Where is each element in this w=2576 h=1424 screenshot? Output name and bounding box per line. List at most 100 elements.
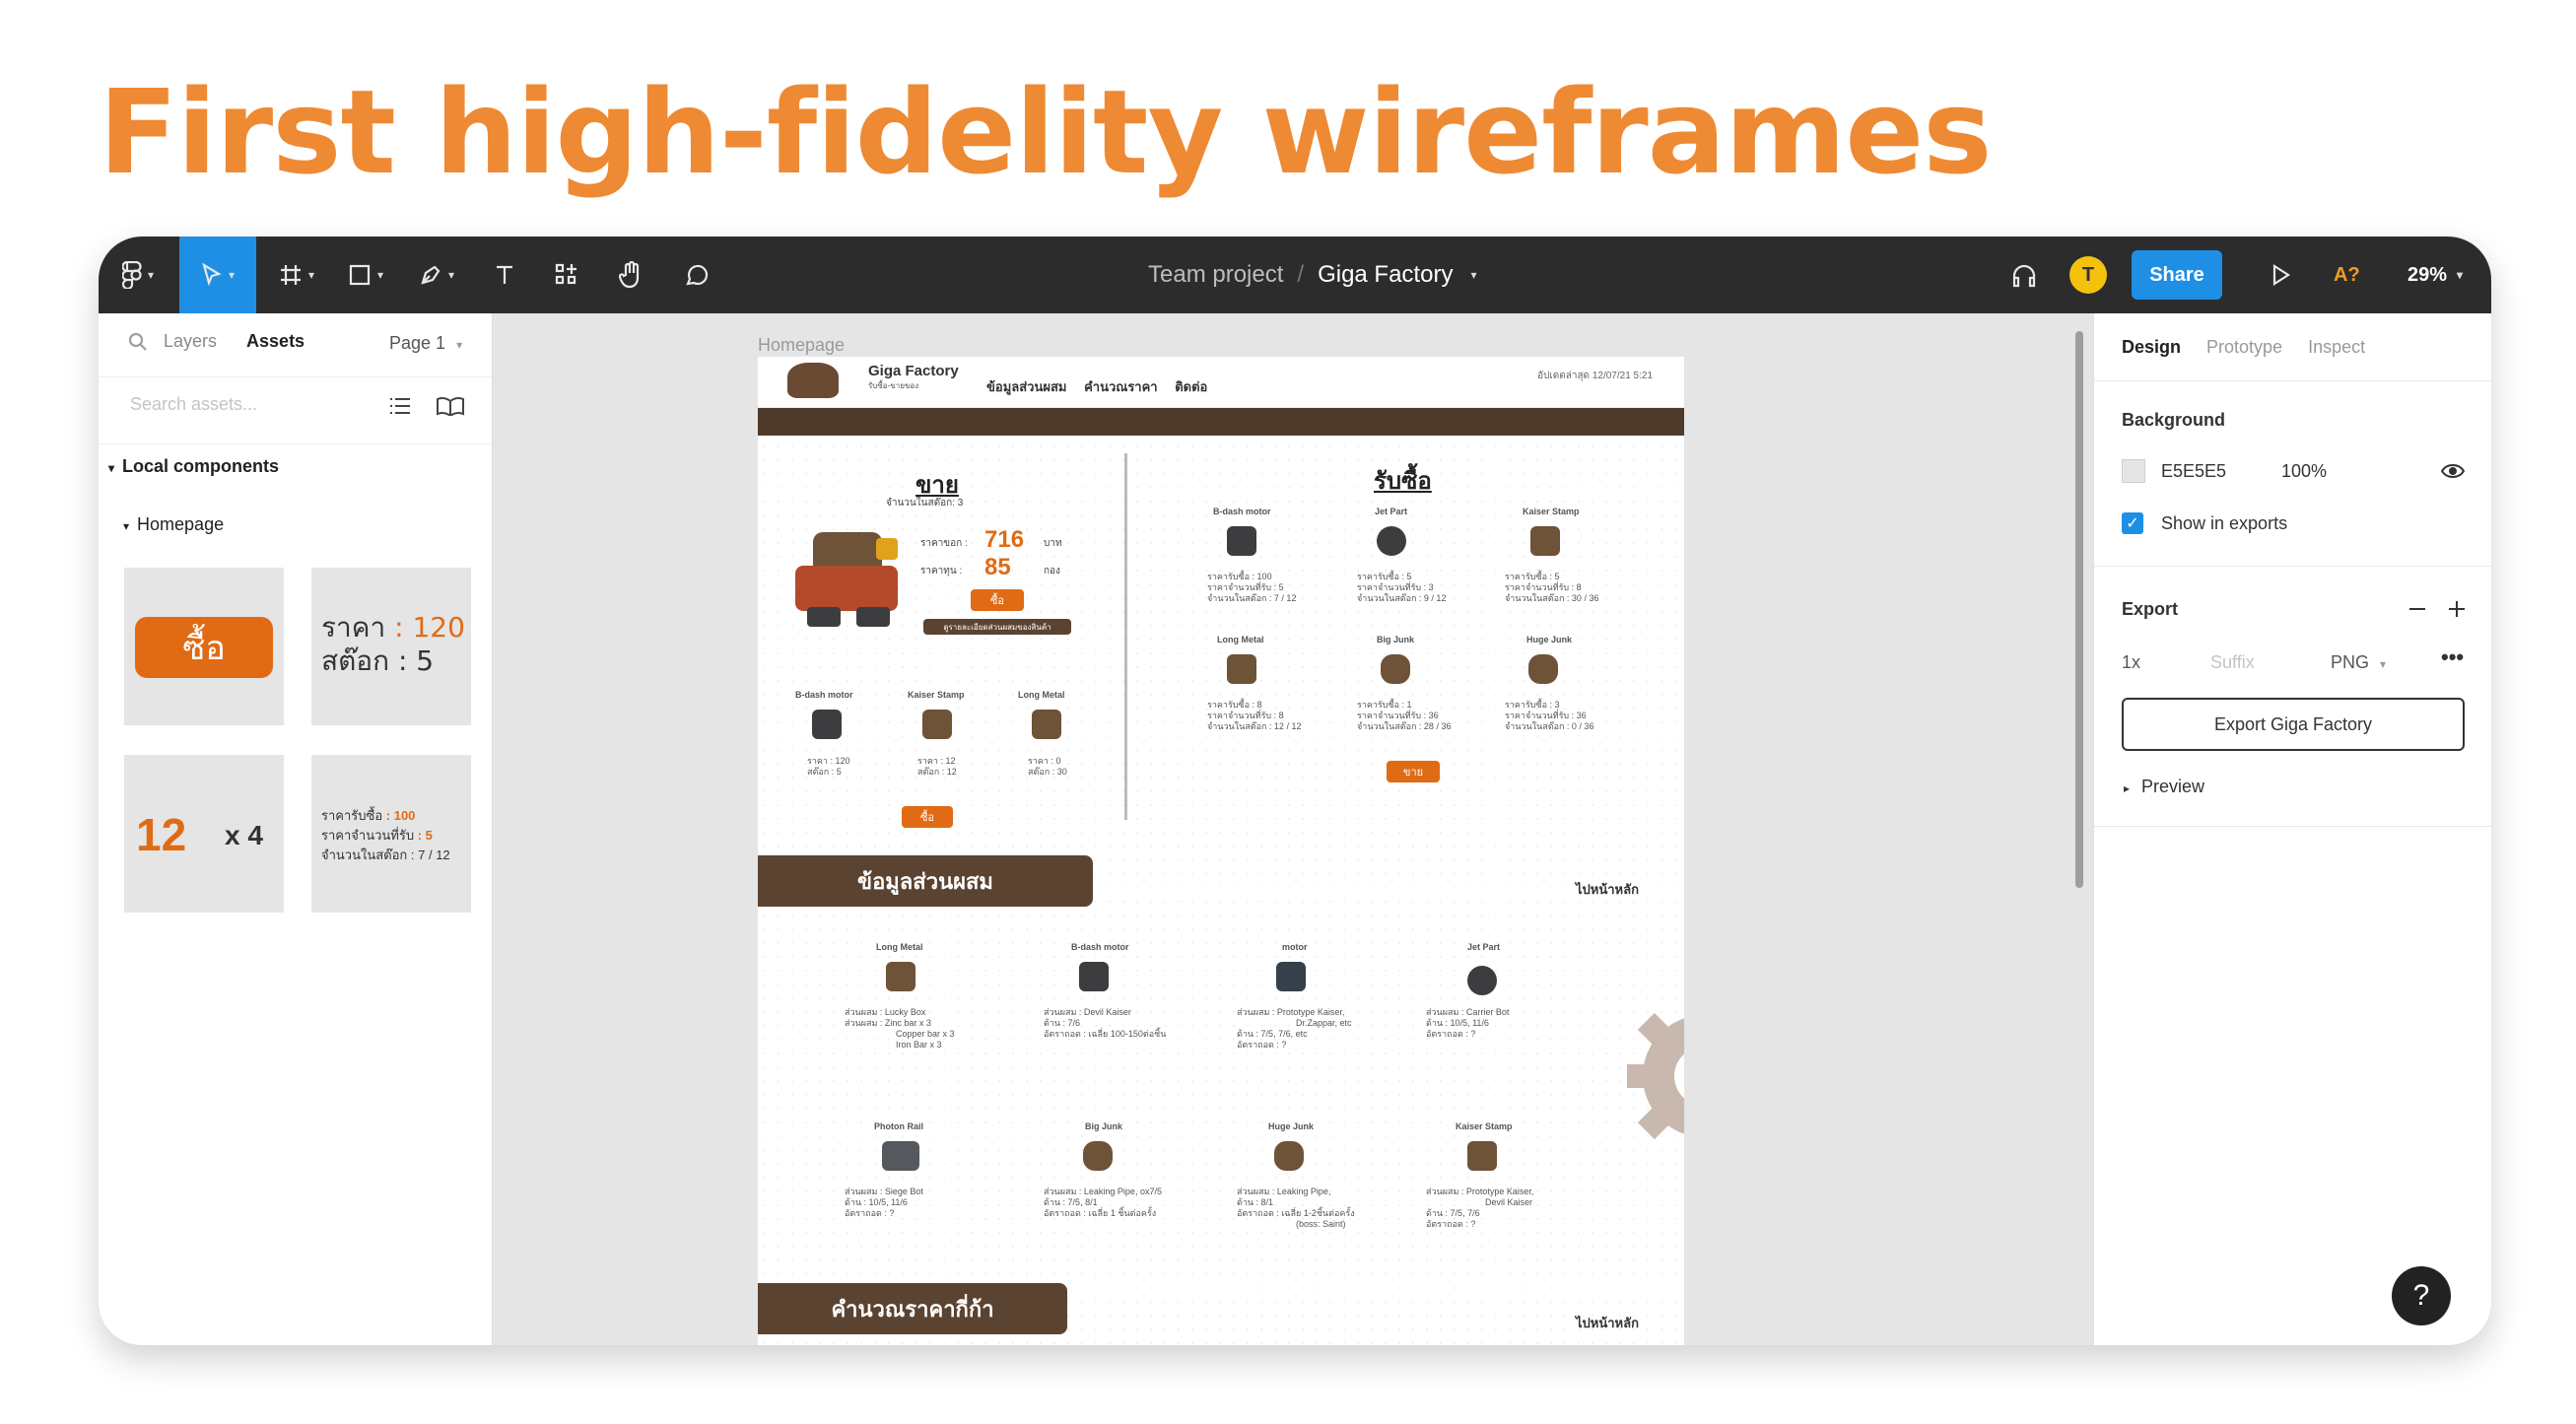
homepage-section[interactable]: ▾ Homepage: [123, 514, 224, 535]
remove-icon[interactable]: [2407, 599, 2427, 619]
export-button[interactable]: Export Giga Factory: [2122, 698, 2465, 751]
site-nav-links[interactable]: ข้อมูลส่วนผสม คำนวณราคา ติดต่อ: [986, 376, 1207, 397]
stock-value: : 5: [397, 644, 435, 677]
component-buy-info[interactable]: ราคารับซื้อ : 100 ราคาจำนวนที่รับ : 5 จำ…: [311, 755, 471, 913]
frame-tool-button[interactable]: ▾: [266, 237, 327, 313]
item-name: Jet Part: [1375, 507, 1408, 516]
background-swatch[interactable]: [2122, 459, 2145, 483]
resources-button[interactable]: [542, 237, 591, 313]
divider: [99, 376, 492, 377]
export-scale-select[interactable]: 1x: [2122, 652, 2140, 673]
item-price: ราคา : 0: [1028, 756, 1061, 766]
pen-icon: [421, 265, 441, 285]
background-color-input[interactable]: E5E5E5: [2161, 461, 2226, 482]
frame-label[interactable]: Homepage: [758, 335, 845, 356]
tab-design[interactable]: Design: [2122, 337, 2181, 358]
junk-icon: [1381, 654, 1410, 684]
item-name: Big Junk: [1085, 1121, 1123, 1131]
item-name: B-dash motor: [795, 690, 853, 700]
item-name: Long Metal: [1217, 635, 1264, 644]
shape-tool-button[interactable]: ▾: [335, 237, 396, 313]
export-format-select[interactable]: PNG ▾: [2331, 652, 2386, 673]
item-line: จำนวนในสต๊อก : 12 / 12: [1207, 721, 1302, 731]
sell-price-value: 716: [984, 526, 1025, 553]
ingredient-detail-button[interactable]: ดูรายละเอียดส่วนผสมของสินค้า: [923, 619, 1071, 635]
component-buy-button[interactable]: ซื้อ: [124, 568, 284, 725]
homepage-frame[interactable]: Giga Factory รับซื้อ-ขายของ ข้อมูลส่วนผส…: [758, 357, 1684, 1345]
item-line: Dr.Zappar, etc: [1296, 1018, 1352, 1028]
sell-stock: จำนวนในสต๊อก: 3: [886, 498, 964, 509]
page-headline: First high-fidelity wireframes: [99, 64, 1993, 200]
export-suffix-input[interactable]: Suffix: [2210, 652, 2255, 673]
file-name[interactable]: Giga Factory: [1318, 261, 1453, 289]
library-book-icon[interactable]: [436, 396, 465, 416]
item-line: ราคาจำนวนที่รับ : 36: [1505, 711, 1587, 720]
main-menu-button[interactable]: ▾: [118, 237, 158, 313]
tab-prototype[interactable]: Prototype: [2206, 337, 2282, 358]
tab-assets[interactable]: Assets: [246, 331, 305, 352]
sell-bottom-button[interactable]: ซื้อ: [902, 806, 953, 828]
avatar[interactable]: T: [2069, 256, 2107, 294]
price-label: ราคา: [321, 611, 386, 644]
search-input[interactable]: Search assets...: [130, 394, 257, 415]
item-line: Copper bar x 3: [896, 1029, 955, 1039]
item-name: motor: [1282, 942, 1308, 952]
buy-price-label: ราคาทุน :: [920, 566, 963, 576]
add-icon[interactable]: [2447, 599, 2467, 619]
item-line: Iron Bar x 3: [896, 1040, 942, 1050]
pen-tool-button[interactable]: ▾: [406, 237, 467, 313]
item-line: ส่วนผสม : Devil Kaiser: [1044, 1007, 1131, 1017]
item-line: ส่วนผสม : Lucky Box: [845, 1007, 926, 1017]
local-components-section[interactable]: ▾ Local components: [108, 456, 279, 477]
local-components-label: Local components: [122, 456, 280, 476]
caret-down-icon: ▾: [108, 461, 115, 475]
more-options-icon[interactable]: •••: [2441, 644, 2464, 670]
go-home-link[interactable]: ไปหน้าหลัก: [1576, 1313, 1639, 1333]
buy-sell-button[interactable]: ขาย: [1387, 761, 1440, 782]
show-in-exports-checkbox[interactable]: ✓: [2122, 512, 2143, 534]
item-line: ราคารับซื้อ : 100: [1207, 572, 1272, 581]
chevron-down-icon[interactable]: ▾: [1470, 268, 1476, 282]
text-tool-button[interactable]: [483, 237, 526, 313]
caret-down-icon: ▾: [123, 519, 130, 533]
component-price-stock[interactable]: ราคา : 120 สต๊อก : 5: [311, 568, 471, 725]
move-tool-button[interactable]: ▾: [179, 237, 256, 313]
zoom-value: 29%: [2407, 263, 2448, 286]
project-name[interactable]: Team project: [1148, 261, 1283, 289]
help-button[interactable]: ?: [2392, 1266, 2451, 1325]
item-name: Photon Rail: [874, 1121, 923, 1131]
junk-icon: [1528, 654, 1558, 684]
share-button[interactable]: Share: [2132, 250, 2222, 300]
item-name: Kaiser Stamp: [908, 690, 965, 700]
buy-title: รับซื้อ: [1374, 468, 1432, 495]
export-format-value: PNG: [2331, 652, 2370, 672]
hand-tool-button[interactable]: [607, 237, 656, 313]
ai-button[interactable]: A?: [2334, 237, 2360, 313]
eye-icon[interactable]: [2441, 461, 2465, 481]
item-line: อัตราถอด : ?: [1426, 1219, 1476, 1229]
item-stock: สต๊อก : 12: [917, 767, 957, 777]
zoom-dropdown[interactable]: 29% ▾: [2407, 237, 2463, 313]
divider: [2094, 566, 2491, 567]
tab-inspect[interactable]: Inspect: [2308, 337, 2365, 358]
divider: [2094, 380, 2491, 381]
tab-layers[interactable]: Layers: [164, 331, 217, 352]
chevron-down-icon: ▾: [456, 338, 463, 352]
right-panel: Design Prototype Inspect Background E5E5…: [2093, 313, 2491, 1345]
list-view-icon[interactable]: [388, 396, 412, 416]
canvas-scrollbar[interactable]: [2075, 331, 2083, 888]
comment-tool-button[interactable]: [672, 237, 721, 313]
page-selector[interactable]: Page 1 ▾: [389, 333, 462, 354]
audio-button[interactable]: [2002, 237, 2046, 313]
present-button[interactable]: [2259, 237, 2302, 313]
pointer-icon: [202, 263, 222, 287]
stamp-icon: [1467, 1141, 1497, 1171]
preview-toggle[interactable]: ▸ Preview: [2124, 777, 2204, 797]
site-brand: Giga Factory: [868, 363, 959, 379]
sell-price-label: ราคาขอก :: [920, 538, 968, 549]
go-home-link[interactable]: ไปหน้าหลัก: [1576, 879, 1639, 900]
component-count[interactable]: 12 x 4: [124, 755, 284, 913]
sell-buy-button[interactable]: ซื้อ: [971, 589, 1024, 611]
background-opacity-input[interactable]: 100%: [2281, 461, 2327, 482]
metal-icon: [1227, 654, 1256, 684]
